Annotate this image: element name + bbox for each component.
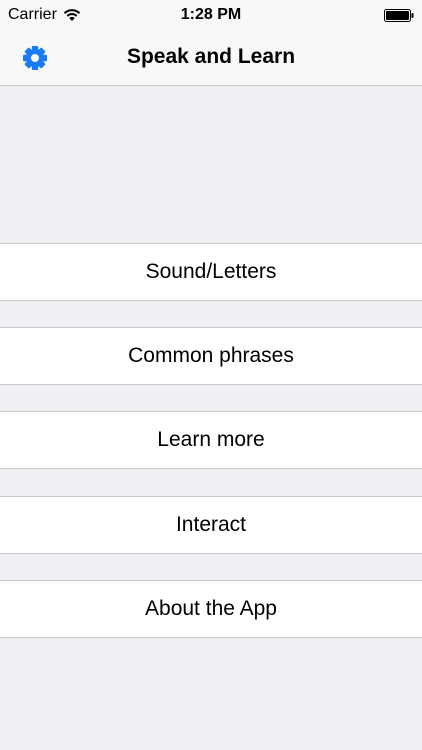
menu-item-interact[interactable]: Interact (0, 496, 422, 554)
menu-item-label: Interact (175, 513, 247, 536)
menu-item-label: Learn more (157, 428, 265, 451)
menu-item-label: Sound/Letters (145, 260, 277, 283)
menu-item-label: About the App (145, 597, 277, 620)
navigation-bar: Speak and Learn (0, 30, 422, 86)
menu-item-common-phrases[interactable]: Common phrases (0, 327, 422, 385)
menu-item-sound-letters[interactable]: Sound/Letters (0, 243, 422, 301)
menu-item-about-the-app[interactable]: About the App (0, 580, 422, 638)
menu-item-learn-more[interactable]: Learn more (0, 411, 422, 469)
battery-icon (384, 9, 414, 22)
status-bar: Carrier 1:28 PM (0, 0, 422, 30)
status-time: 1:28 PM (180, 6, 242, 23)
menu-item-label: Common phrases (128, 344, 294, 367)
page-title: Speak and Learn (126, 45, 296, 68)
